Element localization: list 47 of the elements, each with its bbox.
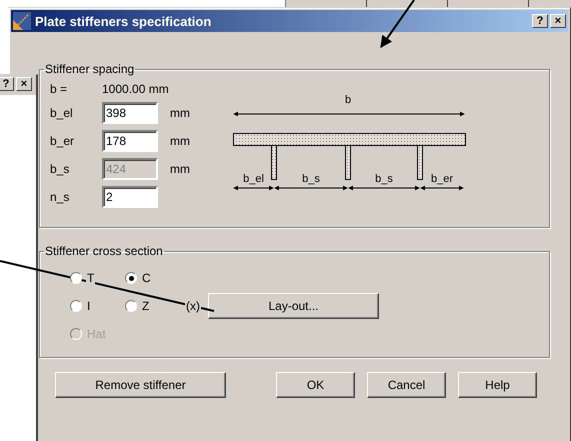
option-label: Z [141, 299, 150, 313]
dialog-button[interactable]: Remove stiffener [55, 372, 226, 398]
input-field[interactable]: 2 [102, 186, 158, 208]
dimension-label: b_s [375, 173, 393, 185]
dimension-label: b_s [302, 173, 320, 185]
stiffener-drawing [271, 145, 277, 180]
title-bar-button[interactable]: × [16, 77, 32, 91]
callout-arrow [380, 0, 415, 48]
title-bar-button[interactable]: ? [532, 14, 548, 28]
radio-option[interactable]: I [70, 299, 92, 313]
input-field[interactable]: 178 [102, 130, 158, 152]
layout-button[interactable]: Lay-out... [208, 293, 379, 319]
option-label: C [141, 271, 152, 285]
dimension-label: b_er [430, 173, 454, 185]
radio-option[interactable]: C [125, 271, 152, 285]
dialog-button[interactable]: Cancel [367, 372, 446, 398]
field-label: b_s [50, 162, 70, 176]
field-label: b = [50, 82, 68, 96]
title-bar-button[interactable]: ? [0, 77, 14, 91]
note-text: (x) [185, 299, 201, 313]
dimension-label: b_el [243, 173, 264, 185]
group-title: Stiffener cross section [44, 244, 164, 258]
radio-circle[interactable] [70, 300, 82, 312]
unit-label: mm [170, 162, 191, 176]
field-label: b_el [50, 106, 74, 120]
field-label: n_s [50, 190, 70, 204]
radio-circle[interactable] [70, 272, 82, 284]
stiffener-drawing [345, 145, 351, 180]
dimension-label: b [344, 94, 352, 106]
title-bar-button[interactable]: × [550, 14, 566, 28]
radio-circle[interactable] [125, 272, 137, 284]
value-text: 1000.00 mm [102, 82, 170, 96]
unit-label: mm [170, 134, 191, 148]
unit-label: mm [170, 106, 191, 120]
input-field[interactable]: 398 [102, 102, 158, 124]
radio-option[interactable]: T [70, 271, 96, 285]
dialog-button[interactable]: Help [458, 372, 537, 398]
stiffener-drawing [417, 145, 423, 180]
field-label: b_er [50, 134, 76, 148]
dialog-button[interactable]: OK [276, 372, 355, 398]
app-icon [13, 12, 31, 30]
radio-option[interactable]: Z [125, 299, 150, 313]
radio-circle[interactable] [125, 300, 137, 312]
option-label: I [86, 299, 92, 313]
group-title: Stiffener spacing [44, 62, 136, 76]
option-label: T [86, 271, 96, 285]
window-title: Plate stiffeners specification [35, 14, 212, 28]
